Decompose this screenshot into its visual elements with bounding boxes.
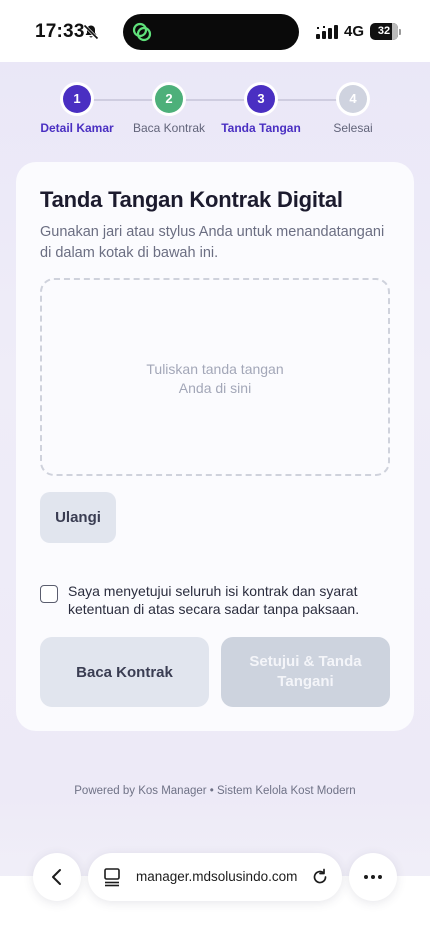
step-4-circle: 4 [339,85,367,113]
status-bar: 17:33 4G 32 [0,0,430,62]
step-selesai: 4 Selesai [307,85,399,135]
signature-placeholder-line-2: Anda di sini [178,380,252,396]
read-contract-button[interactable]: Baca Kontrak [40,637,209,707]
signature-placeholder: Tuliskan tanda tangan Anda di sini [42,360,388,398]
reload-icon[interactable] [310,867,330,887]
bell-muted-icon [83,24,99,40]
step-3-circle: 3 [247,85,275,113]
address-bar[interactable]: manager.mdsolusindo.com [88,853,342,901]
step-1-circle: 1 [63,85,91,113]
status-time: 17:33 [35,21,85,42]
step-4-label: Selesai [333,121,373,135]
footer-credit: Powered by Kos Manager • Sistem Kelola K… [74,785,356,797]
step-2-label: Baca Kontrak [132,121,206,135]
battery-level: 32 [377,25,391,37]
page-title: Tanda Tangan Kontrak Digital [40,187,343,212]
step-tanda-tangan: 3 Tanda Tangan [215,85,307,135]
approve-sign-button[interactable]: Setujui & Tanda Tangani [221,637,390,707]
reset-signature-button[interactable]: Ulangi [40,492,116,543]
progress-stepper: 1 Detail Kamar 2 Baca Kontrak 3 Tanda Ta… [30,85,400,139]
agreement-text[interactable]: Saya menyetujui seluruh isi kontrak dan … [68,582,368,618]
tab-overview-icon[interactable] [103,867,121,887]
signature-pad[interactable]: Tuliskan tanda tangan Anda di sini [40,278,390,476]
more-options-button[interactable] [349,853,397,901]
step-3-label: Tanda Tangan [221,121,301,135]
step-1-label: Detail Kamar [40,121,114,135]
app-activity-icon [132,22,152,42]
step-baca-kontrak: 2 Baca Kontrak [123,85,215,135]
signature-placeholder-line-1: Tuliskan tanda tangan [146,361,284,377]
back-button[interactable] [33,853,81,901]
dynamic-island [123,14,299,50]
page-description: Gunakan jari atau stylus Anda untuk mena… [40,224,385,261]
step-detail-kamar: 1 Detail Kamar [31,85,123,135]
signature-card: Tanda Tangan Kontrak Digital Gunakan jar… [16,162,414,731]
more-horizontal-icon [364,875,382,879]
agreement-checkbox[interactable] [40,585,58,603]
signal-icon [316,25,338,39]
battery-icon: 32 [370,23,401,41]
network-type: 4G [344,23,365,40]
chevron-left-icon [52,869,61,885]
url-text[interactable]: manager.mdsolusindo.com [136,869,297,884]
step-2-circle: 2 [155,85,183,113]
